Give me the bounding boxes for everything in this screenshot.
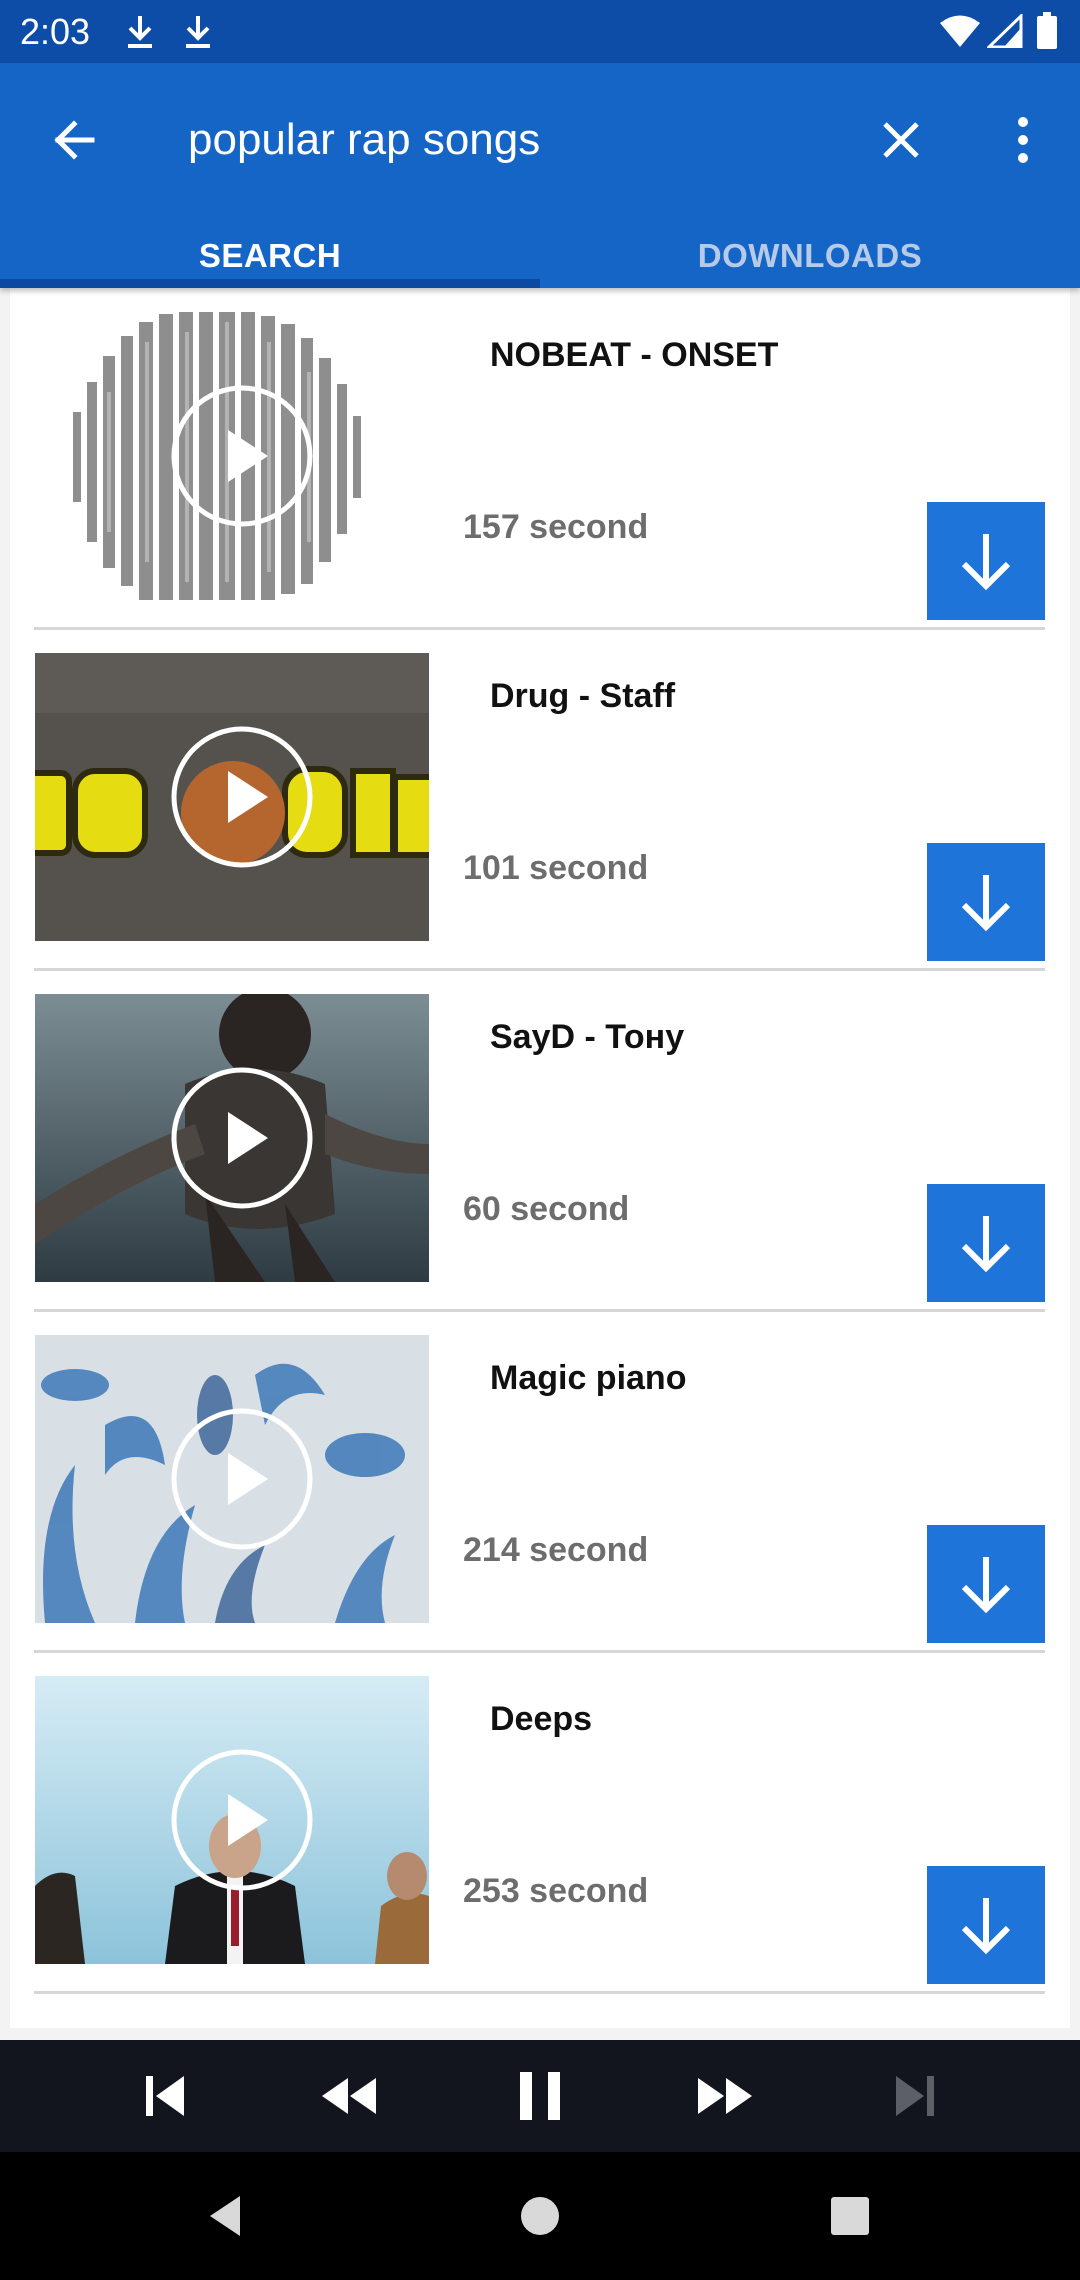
app-bar: popular rap songs SEARCH DOWNLOADS [0,63,1080,288]
results-list[interactable]: NOBEAT - ONSET 157 second Drug - Staff 1… [10,288,1070,2028]
play-icon[interactable] [170,1066,314,1210]
song-duration: 214 second [463,1531,649,1569]
song-title: Magic piano [490,1359,687,1397]
battery-icon [1037,12,1057,49]
thumbnail[interactable] [35,1335,429,1623]
back-triangle-icon[interactable] [196,2186,256,2246]
wifi-icon [940,15,980,47]
fast-forward-icon[interactable] [696,2066,756,2126]
close-icon[interactable] [866,105,936,175]
song-duration: 157 second [463,508,649,546]
result-row[interactable]: Deeps 253 second [10,1652,1070,1994]
skip-previous-icon[interactable] [136,2066,196,2126]
status-bar: 2:03 [0,0,1080,63]
more-vert-icon[interactable] [990,105,1056,175]
tab-indicator [0,279,540,288]
player-controls [0,2040,1080,2152]
result-row[interactable]: NOBEAT - ONSET 157 second [10,288,1070,630]
song-title: NOBEAT - ONSET [490,336,779,374]
song-title: Deeps [490,1700,593,1738]
play-icon[interactable] [170,1748,314,1892]
download-button[interactable] [927,502,1045,620]
song-title: Drug - Staff [490,677,676,715]
pause-icon[interactable] [510,2066,570,2126]
thumbnail[interactable] [35,312,429,600]
search-query-text[interactable]: popular rap songs [188,105,828,175]
result-row[interactable]: Magic piano 214 second [10,1311,1070,1653]
signal-icon [987,14,1023,48]
arrow-left-icon[interactable] [40,105,110,175]
result-row[interactable]: Drug - Staff 101 second [10,629,1070,971]
result-row[interactable]: SayD - Тону 60 second [10,970,1070,1312]
download-button[interactable] [927,1866,1045,1984]
system-nav-bar [0,2152,1080,2280]
download-icon [128,16,152,48]
song-title: SayD - Тону [490,1018,685,1056]
home-circle-icon[interactable] [510,2186,570,2246]
song-duration: 253 second [463,1872,649,1910]
thumbnail[interactable] [35,653,429,941]
download-button[interactable] [927,843,1045,961]
download-icon [186,16,210,48]
status-time: 2:03 [20,11,91,52]
thumbnail[interactable] [35,1676,429,1964]
song-duration: 101 second [463,849,649,887]
rewind-icon[interactable] [318,2066,378,2126]
recents-square-icon[interactable] [820,2186,880,2246]
download-button[interactable] [927,1184,1045,1302]
play-icon[interactable] [170,384,314,528]
song-duration: 60 second [463,1190,630,1228]
download-button[interactable] [927,1525,1045,1643]
play-icon[interactable] [170,1407,314,1551]
row-divider [34,1991,1045,1994]
play-icon[interactable] [170,725,314,869]
skip-next-icon[interactable] [884,2066,944,2126]
thumbnail[interactable] [35,994,429,1282]
tab-downloads[interactable]: DOWNLOADS [540,223,1080,288]
